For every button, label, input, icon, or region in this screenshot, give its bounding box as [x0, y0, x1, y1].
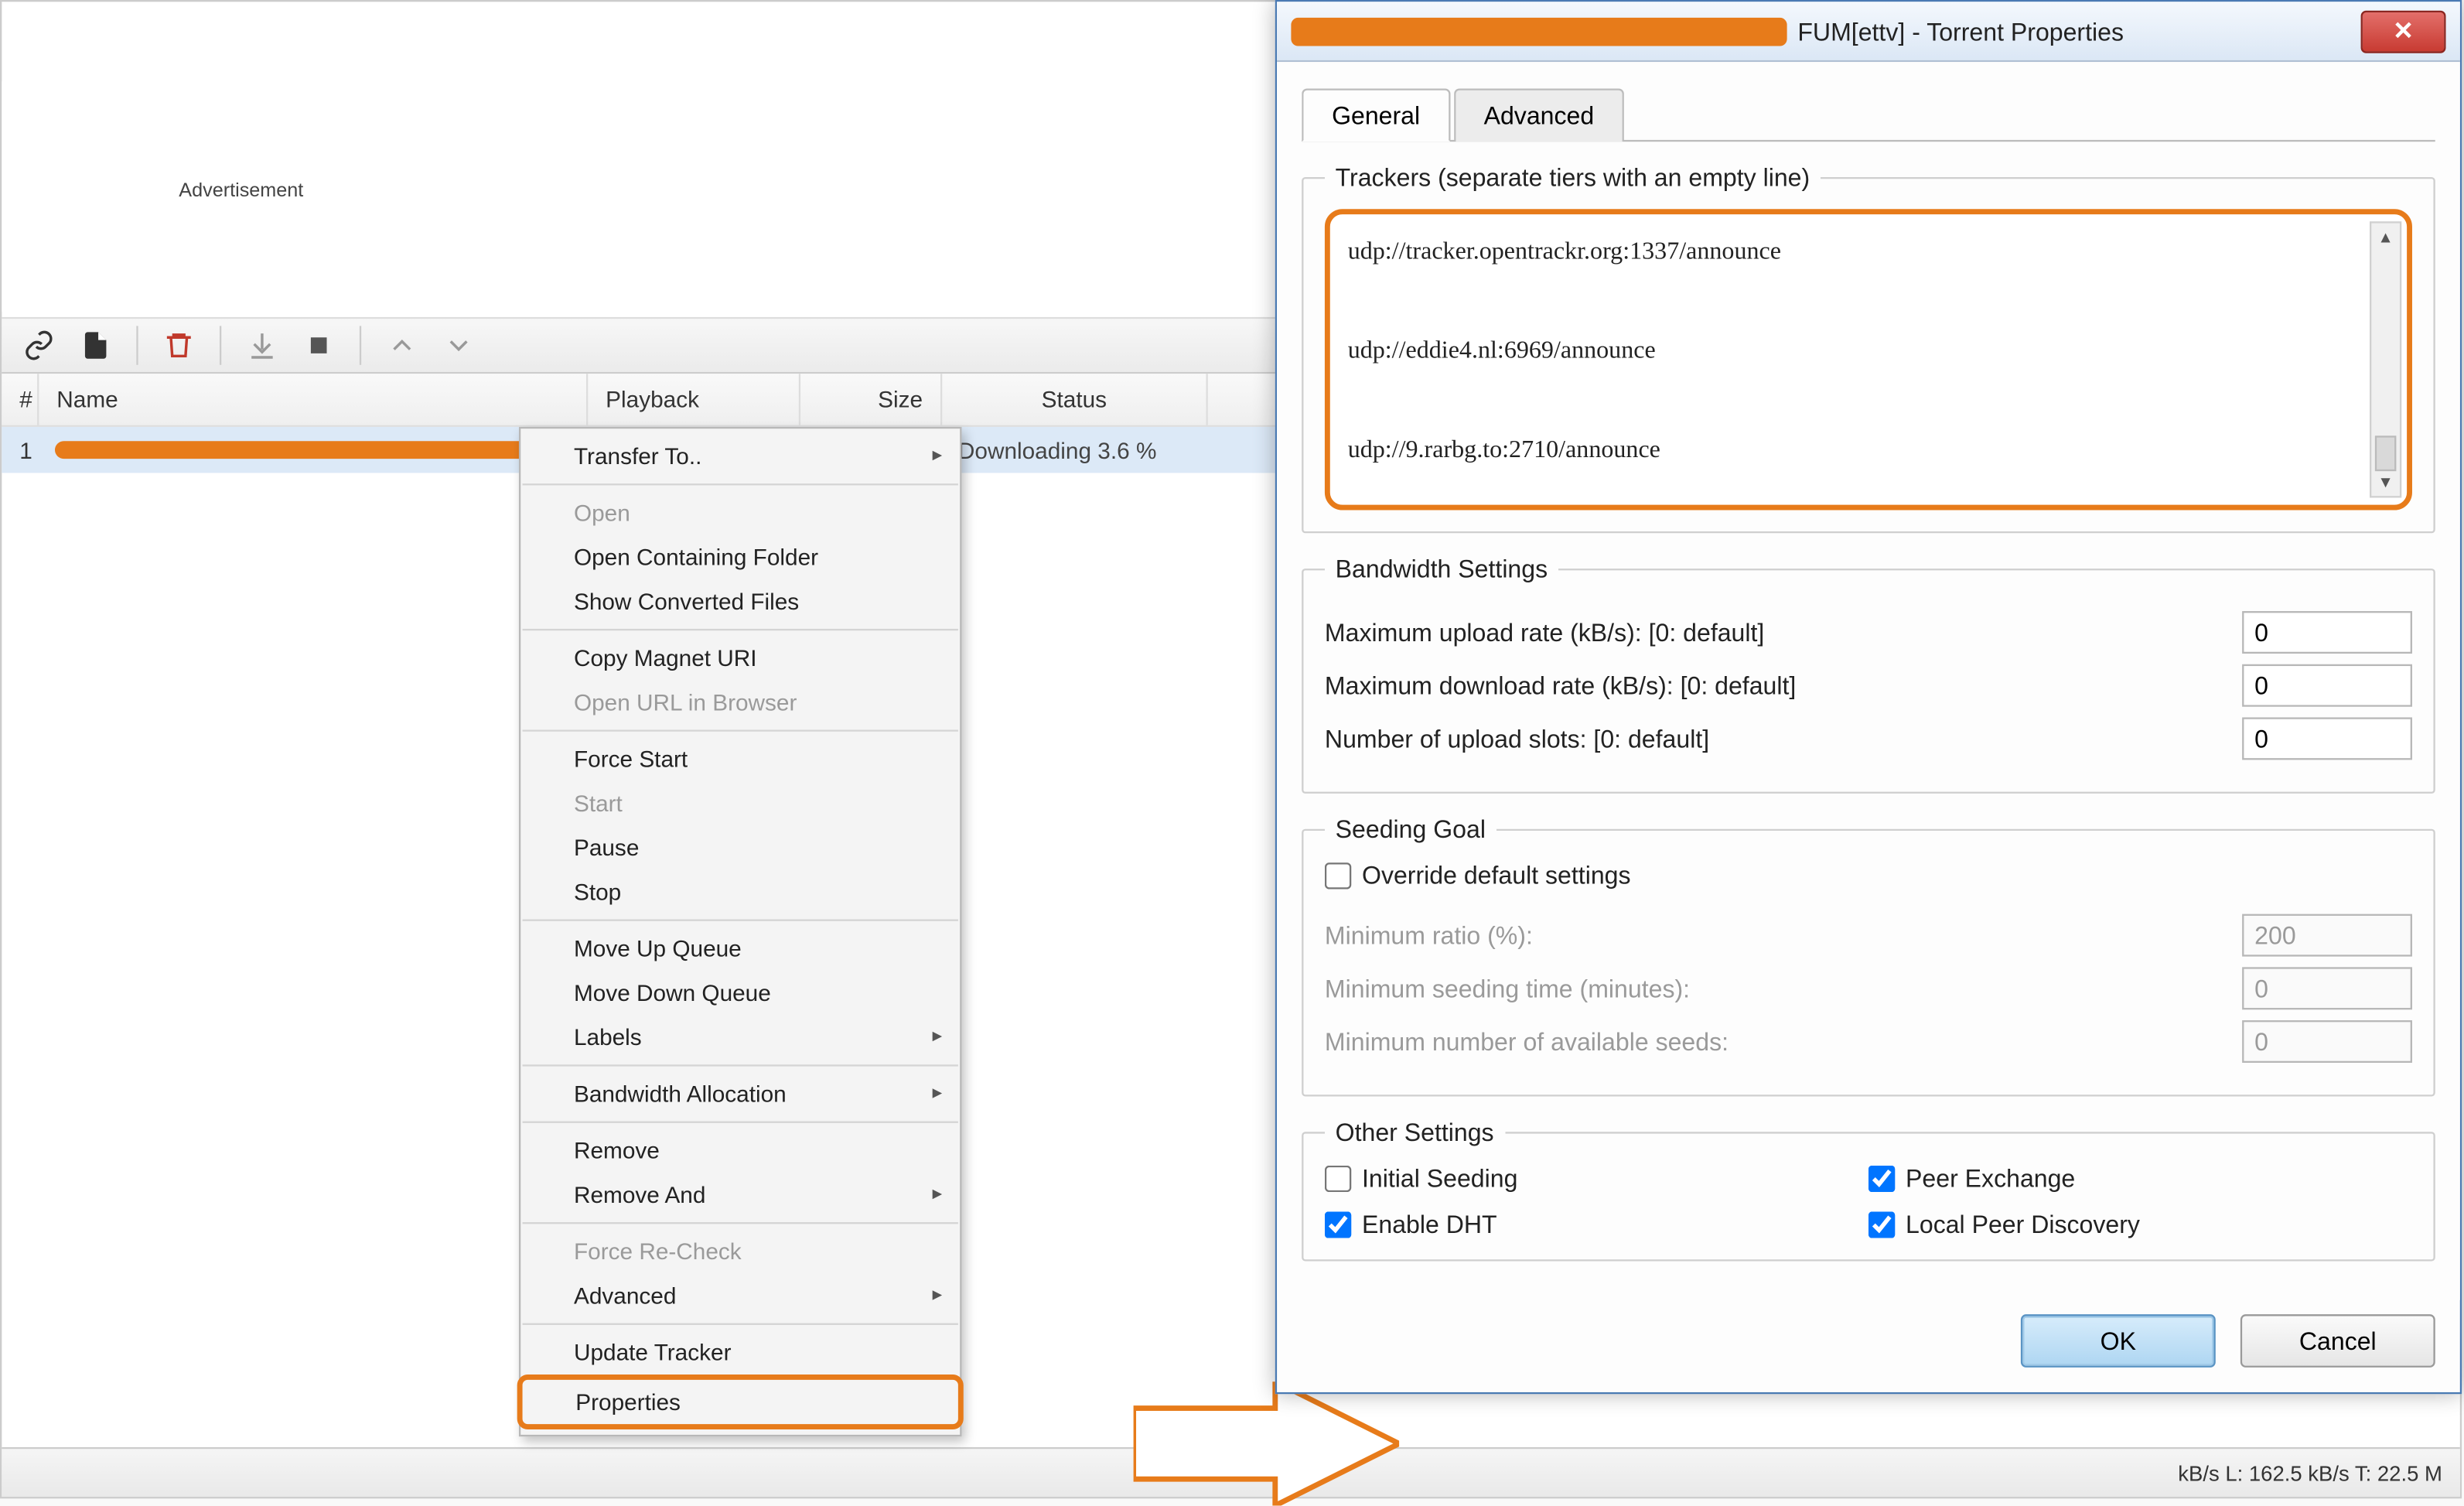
seeding-goal-legend: Seeding Goal [1325, 814, 1496, 843]
local-peer-discovery-label: Local Peer Discovery [1906, 1210, 2140, 1238]
trackers-legend: Trackers (separate tiers with an empty l… [1325, 163, 1821, 192]
min-ratio-input [2242, 914, 2412, 957]
cancel-button[interactable]: Cancel [2240, 1314, 2435, 1368]
close-button[interactable]: ✕ [2361, 10, 2446, 53]
add-torrent-button[interactable] [73, 323, 119, 369]
menu-labels[interactable]: Labels [520, 1015, 960, 1059]
annotation-arrow-icon [1134, 1381, 1400, 1505]
menu-open-url-in-browser: Open URL in Browser [520, 680, 960, 724]
scroll-thumb[interactable] [2375, 435, 2396, 471]
menu-start: Start [520, 781, 960, 825]
start-button[interactable] [239, 323, 285, 369]
initial-seeding-checkbox[interactable] [1325, 1165, 1351, 1191]
menu-force-start[interactable]: Force Start [520, 737, 960, 781]
menu-open-containing-folder[interactable]: Open Containing Folder [520, 535, 960, 579]
max-upload-label: Maximum upload rate (kB/s): [0: default] [1325, 618, 2242, 647]
other-settings-legend: Other Settings [1325, 1118, 1504, 1146]
menu-copy-magnet-uri[interactable]: Copy Magnet URI [520, 636, 960, 680]
scroll-up-icon[interactable]: ▲ [2371, 224, 2400, 252]
menu-open: Open [520, 490, 960, 534]
menu-properties[interactable]: Properties [517, 1375, 964, 1429]
column-status[interactable]: Status [942, 374, 1208, 425]
override-defaults-label: Override default settings [1362, 861, 1631, 890]
torrent-properties-dialog: FUM[ettv] - Torrent Properties ✕ General… [1275, 0, 2462, 1394]
scroll-down-icon[interactable]: ▼ [2371, 468, 2400, 497]
row-status: Downloading 3.6 % [940, 436, 1206, 463]
menu-pause[interactable]: Pause [520, 825, 960, 869]
other-settings-fieldset: Other Settings Initial Seeding Peer Exch… [1302, 1118, 2435, 1261]
column-name[interactable]: Name [39, 374, 588, 425]
column-size[interactable]: Size [800, 374, 942, 425]
menu-move-up-queue[interactable]: Move Up Queue [520, 927, 960, 971]
menu-force-recheck: Force Re-Check [520, 1229, 960, 1273]
menu-update-tracker[interactable]: Update Tracker [520, 1330, 960, 1375]
context-menu: Transfer To.. Open Open Containing Folde… [519, 427, 962, 1436]
menu-remove-and[interactable]: Remove And [520, 1173, 960, 1217]
remove-button[interactable] [156, 323, 203, 369]
local-peer-discovery-checkbox[interactable] [1868, 1211, 1895, 1237]
peer-exchange-label: Peer Exchange [1906, 1164, 2075, 1193]
tab-advanced[interactable]: Advanced [1454, 89, 1624, 142]
column-index[interactable]: # [2, 374, 39, 425]
min-ratio-label: Minimum ratio (%): [1325, 921, 2242, 950]
menu-stop[interactable]: Stop [520, 869, 960, 914]
menu-bandwidth-allocation[interactable]: Bandwidth Allocation [520, 1071, 960, 1115]
tab-general[interactable]: General [1302, 89, 1450, 142]
trackers-textarea[interactable]: udp://tracker.opentrackr.org:1337/announ… [1325, 209, 2412, 510]
min-seeding-time-label: Minimum seeding time (minutes): [1325, 975, 2242, 1003]
max-download-input[interactable] [2242, 664, 2412, 707]
upload-slots-label: Number of upload slots: [0: default] [1325, 725, 2242, 753]
stop-button[interactable] [295, 323, 342, 369]
trackers-scrollbar[interactable]: ▲ ▼ [2370, 221, 2401, 497]
min-seeds-label: Minimum number of available seeds: [1325, 1027, 2242, 1056]
seeding-goal-fieldset: Seeding Goal Override default settings M… [1302, 814, 2435, 1096]
bandwidth-fieldset: Bandwidth Settings Maximum upload rate (… [1302, 555, 2435, 794]
row-index: 1 [2, 436, 37, 463]
bandwidth-legend: Bandwidth Settings [1325, 555, 1558, 583]
row-name [37, 441, 586, 459]
enable-dht-label: Enable DHT [1362, 1210, 1497, 1238]
advertisement-label: Advertisement [179, 181, 303, 202]
add-url-button[interactable] [16, 323, 63, 369]
peer-exchange-checkbox[interactable] [1868, 1165, 1895, 1191]
dialog-tabs: General Advanced [1302, 87, 2435, 142]
menu-advanced[interactable]: Advanced [520, 1274, 960, 1318]
dialog-title-text: FUM[ettv] - Torrent Properties [1797, 17, 2124, 46]
move-down-button[interactable] [435, 323, 482, 369]
min-seeding-time-input [2242, 967, 2412, 1009]
min-seeds-input [2242, 1020, 2412, 1063]
enable-dht-checkbox[interactable] [1325, 1211, 1351, 1237]
dialog-titlebar[interactable]: FUM[ettv] - Torrent Properties ✕ [1277, 2, 2460, 62]
override-defaults-checkbox[interactable] [1325, 862, 1351, 888]
trackers-text[interactable]: udp://tracker.opentrackr.org:1337/announ… [1348, 228, 2390, 476]
move-up-button[interactable] [379, 323, 425, 369]
upload-slots-input[interactable] [2242, 717, 2412, 760]
trackers-fieldset: Trackers (separate tiers with an empty l… [1302, 163, 2435, 534]
column-playback[interactable]: Playback [588, 374, 800, 425]
status-text: kB/s L: 162.5 kB/s T: 22.5 M [2178, 1460, 2442, 1485]
redacted-name [55, 441, 568, 459]
menu-transfer-to[interactable]: Transfer To.. [520, 434, 960, 478]
max-download-label: Maximum download rate (kB/s): [0: defaul… [1325, 671, 2242, 700]
menu-move-down-queue[interactable]: Move Down Queue [520, 971, 960, 1015]
menu-show-converted-files[interactable]: Show Converted Files [520, 579, 960, 623]
initial-seeding-label: Initial Seeding [1362, 1164, 1517, 1193]
menu-remove[interactable]: Remove [520, 1129, 960, 1173]
max-upload-input[interactable] [2242, 611, 2412, 654]
ok-button[interactable]: OK [2021, 1314, 2216, 1368]
redacted-title [1291, 17, 1787, 46]
